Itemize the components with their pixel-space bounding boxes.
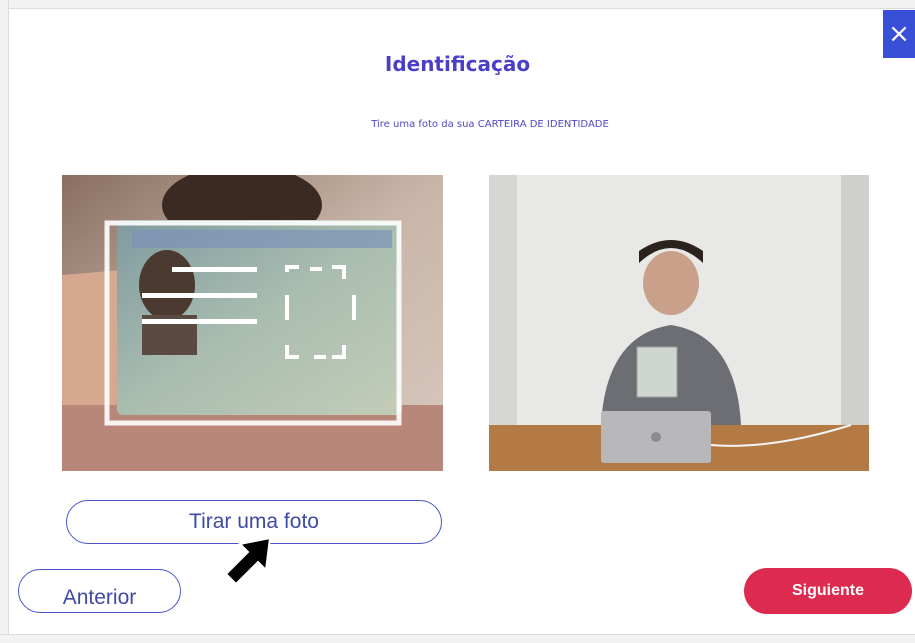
person-holding-id-image bbox=[489, 175, 869, 471]
close-icon: × bbox=[888, 19, 910, 49]
close-button[interactable]: × bbox=[883, 10, 915, 58]
id-card-preview-image bbox=[62, 175, 443, 471]
example-image bbox=[489, 175, 869, 471]
page-subtitle: Tire uma foto da sua CARTEIRA DE IDENTID… bbox=[371, 119, 609, 130]
camera-preview bbox=[62, 175, 443, 471]
page-title: Identificação bbox=[384, 52, 531, 76]
window-top-edge bbox=[0, 0, 915, 9]
take-photo-label: Tirar uma foto bbox=[189, 510, 319, 533]
next-label: Siguiente bbox=[791, 582, 864, 599]
previous-button[interactable]: Anterior bbox=[18, 569, 181, 613]
mouse-cursor-arrow-icon bbox=[224, 536, 272, 586]
next-button[interactable]: Siguiente bbox=[744, 568, 912, 614]
window-left-edge bbox=[0, 0, 9, 642]
previous-label: Anterior bbox=[62, 586, 137, 609]
